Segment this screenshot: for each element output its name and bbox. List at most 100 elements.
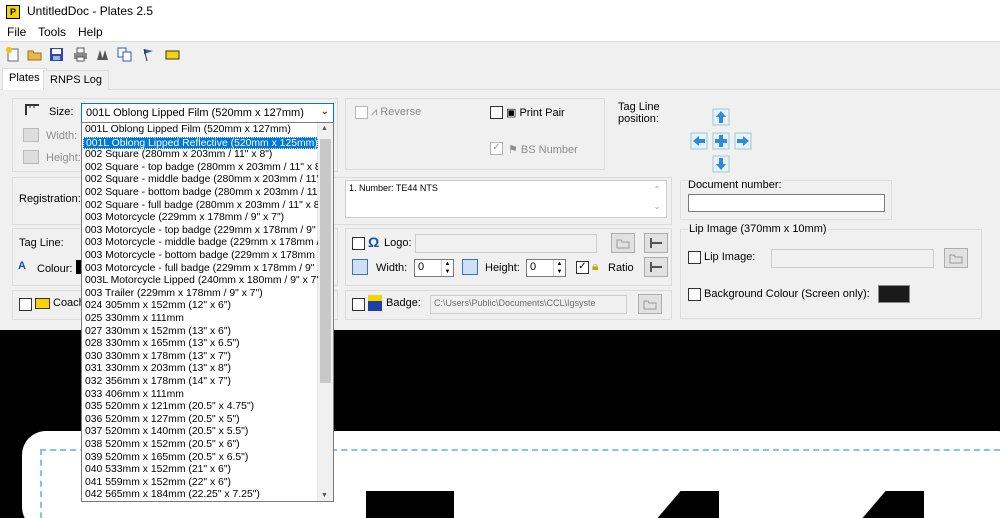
bs-number-checkbox[interactable]: ✓ bbox=[490, 142, 503, 155]
dropdown-item[interactable]: 002 Square - full badge (280mm x 203mm /… bbox=[83, 200, 318, 213]
logo-width-label: Width: bbox=[376, 262, 408, 274]
menu-file[interactable]: File bbox=[7, 25, 26, 39]
height-grid-icon bbox=[23, 150, 39, 164]
dropdown-item[interactable]: 030 330mm x 178mm (13" x 7") bbox=[83, 351, 318, 364]
bs-number-label: ⚑ BS Number bbox=[508, 144, 578, 156]
dropdown-item[interactable]: 001L Oblong Lipped Film (520mm x 127mm) bbox=[83, 124, 318, 137]
arrow-up-button[interactable] bbox=[712, 108, 730, 126]
dropdown-item[interactable]: 003 Motorcycle - full badge (229mm x 178… bbox=[83, 263, 318, 276]
folder-icon bbox=[616, 239, 630, 249]
ratio-label: Ratio bbox=[608, 262, 634, 274]
dropdown-item[interactable]: 038 520mm x 152mm (20.5" x 6") bbox=[83, 439, 318, 452]
dropdown-item[interactable]: 031 330mm x 203mm (13" x 8") bbox=[83, 363, 318, 376]
document-number-input[interactable] bbox=[688, 194, 885, 212]
size-label: Size: bbox=[49, 106, 74, 118]
dropdown-item[interactable]: 027 330mm x 152mm (13" x 6") bbox=[83, 326, 318, 339]
dropdown-item[interactable]: 035 520mm x 121mm (20.5" x 4.75") bbox=[83, 401, 318, 414]
dropdown-item[interactable]: 039 520mm x 165mm (20.5" x 6.5") bbox=[83, 452, 318, 465]
logo-checkbox[interactable] bbox=[352, 237, 365, 250]
dropdown-item[interactable]: 028 330mm x 165mm (13" x 6.5") bbox=[83, 338, 318, 351]
label-icon[interactable] bbox=[164, 46, 181, 63]
registration-label: Registration: bbox=[19, 193, 81, 205]
scroll-down-icon[interactable]: ▼ bbox=[321, 492, 328, 499]
dropdown-item[interactable]: 003L Motorcycle Lipped (240mm x 180mm / … bbox=[83, 275, 318, 288]
arrow-down-button[interactable] bbox=[712, 155, 730, 173]
dropdown-item[interactable]: 033 406mm x 111mm bbox=[83, 389, 318, 402]
logo-height-stepper[interactable]: 0 ▲ ▼ bbox=[526, 259, 566, 277]
dropdown-item[interactable]: 036 520mm x 127mm (20.5" x 5") bbox=[83, 414, 318, 427]
arrow-right-button[interactable] bbox=[734, 132, 752, 150]
logo-path-input[interactable] bbox=[415, 234, 597, 253]
lip-image-checkbox[interactable] bbox=[688, 251, 701, 264]
coach-checkbox[interactable] bbox=[19, 298, 32, 311]
dropdown-item[interactable]: 041 559mm x 152mm (22" x 6") bbox=[83, 477, 318, 490]
tab-rnps-log[interactable]: RNPS Log bbox=[43, 70, 109, 90]
window-title: UntitledDoc - Plates 2.5 bbox=[27, 4, 154, 18]
dropdown-item[interactable]: 040 533mm x 152mm (21" x 6") bbox=[83, 464, 318, 477]
dropdown-item[interactable]: 003 Motorcycle - bottom badge (229mm x 1… bbox=[83, 250, 318, 263]
open-folder-icon[interactable] bbox=[26, 46, 43, 63]
plate-character bbox=[366, 491, 454, 518]
lip-image-group-label: Lip Image (370mm x 10mm) bbox=[688, 223, 828, 235]
dropdown-item[interactable]: 042 565mm x 184mm (22.25" x 7.25") bbox=[83, 489, 318, 501]
menu-tools[interactable]: Tools bbox=[38, 25, 66, 39]
tab-strip: Plates RNPS Log bbox=[0, 68, 1000, 90]
reverse-checkbox[interactable] bbox=[355, 106, 368, 119]
lip-image-path-input[interactable] bbox=[771, 249, 934, 268]
stepper-arrows-icon[interactable]: ▲ ▼ bbox=[441, 260, 453, 276]
print-icon[interactable] bbox=[72, 46, 89, 63]
background-colour-checkbox[interactable] bbox=[688, 288, 701, 301]
logo-align-button[interactable] bbox=[644, 233, 668, 253]
dropdown-item[interactable]: 003 Motorcycle - middle badge (229mm x 1… bbox=[83, 237, 318, 250]
dropdown-item[interactable]: 003 Motorcycle - top badge (229mm x 178m… bbox=[83, 225, 318, 238]
registration-scrollbar[interactable]: ⌃ ⌄ bbox=[649, 181, 665, 217]
lock-icon: 🔒︎ bbox=[592, 259, 599, 273]
background-colour-label: Background Colour (Screen only): bbox=[704, 288, 870, 300]
size-dropdown-list[interactable]: ▲ ▼ 001L Oblong Lipped Film (520mm x 127… bbox=[81, 122, 334, 502]
copy-icon[interactable] bbox=[116, 46, 133, 63]
gb-badge-icon bbox=[368, 295, 382, 311]
dropdown-item[interactable]: 025 330mm x 111mm bbox=[83, 313, 318, 326]
ratio-checkbox[interactable]: ✓ bbox=[576, 261, 589, 274]
omega-icon: Ω bbox=[368, 234, 380, 250]
colour-label: Colour: bbox=[37, 263, 73, 275]
dropdown-item[interactable]: 002 Square - middle badge (280mm x 203mm… bbox=[83, 174, 318, 187]
arrow-left-button[interactable] bbox=[690, 132, 708, 150]
dropdown-item[interactable]: 003 Trailer (229mm x 178mm / 9" x 7") bbox=[83, 288, 318, 301]
size-select[interactable]: 001L Oblong Lipped Film (520mm x 127mm) … bbox=[81, 103, 334, 123]
dropdown-item[interactable]: 032 356mm x 178mm (14" x 7") bbox=[83, 376, 318, 389]
badge-path-input[interactable]: C:\Users\Public\Documents\CCL\Igsyste bbox=[430, 295, 627, 314]
align-left-icon bbox=[650, 238, 662, 248]
background-colour-swatch[interactable] bbox=[878, 285, 910, 303]
dropdown-scrollbar[interactable]: ▲ ▼ bbox=[317, 123, 333, 501]
folder-icon bbox=[949, 254, 963, 264]
lip-image-browse-button[interactable] bbox=[944, 248, 968, 268]
scroll-up-icon[interactable]: ▲ bbox=[321, 125, 328, 132]
tab-plates[interactable]: Plates bbox=[2, 68, 47, 90]
dropdown-item[interactable]: 002 Square - top badge (280mm x 203mm / … bbox=[83, 162, 318, 175]
new-document-icon[interactable] bbox=[4, 46, 21, 63]
center-button[interactable] bbox=[712, 132, 730, 150]
badge-browse-button[interactable] bbox=[638, 294, 662, 314]
registration-text-area[interactable]: 1. Number: TE44 NTS bbox=[345, 180, 667, 218]
logo-width-stepper[interactable]: 0 ▲ ▼ bbox=[414, 259, 454, 277]
badge-checkbox[interactable] bbox=[352, 298, 365, 311]
logo-height-label: Height: bbox=[485, 262, 520, 274]
dropdown-item[interactable]: 002 Square (280mm x 203mm / 11" x 8") bbox=[83, 149, 318, 162]
stepper-arrows-icon[interactable]: ▲ ▼ bbox=[553, 260, 565, 276]
save-icon[interactable] bbox=[48, 46, 65, 63]
print-pair-checkbox[interactable] bbox=[490, 106, 503, 119]
dropdown-item[interactable]: 001L Oblong Lipped Reflective (520mm x 1… bbox=[83, 136, 318, 150]
dropdown-item[interactable]: 024 305mm x 152mm (12" x 6") bbox=[83, 300, 318, 313]
dropdown-item[interactable]: 002 Square - bottom badge (280mm x 203mm… bbox=[83, 187, 318, 200]
badge-label: Badge: bbox=[386, 297, 421, 309]
logo-align-button-2[interactable] bbox=[644, 257, 668, 277]
dropdown-item[interactable]: 003 Motorcycle (229mm x 178mm / 9" x 7") bbox=[83, 212, 318, 225]
flag-icon[interactable] bbox=[140, 46, 157, 63]
scrollbar-thumb[interactable] bbox=[320, 139, 331, 383]
logo-label: Logo: bbox=[384, 237, 412, 249]
menu-help[interactable]: Help bbox=[78, 25, 103, 39]
warning-icon[interactable] bbox=[94, 46, 111, 63]
dropdown-item[interactable]: 037 520mm x 140mm (20.5" x 5.5") bbox=[83, 426, 318, 439]
logo-browse-button[interactable] bbox=[611, 233, 635, 253]
